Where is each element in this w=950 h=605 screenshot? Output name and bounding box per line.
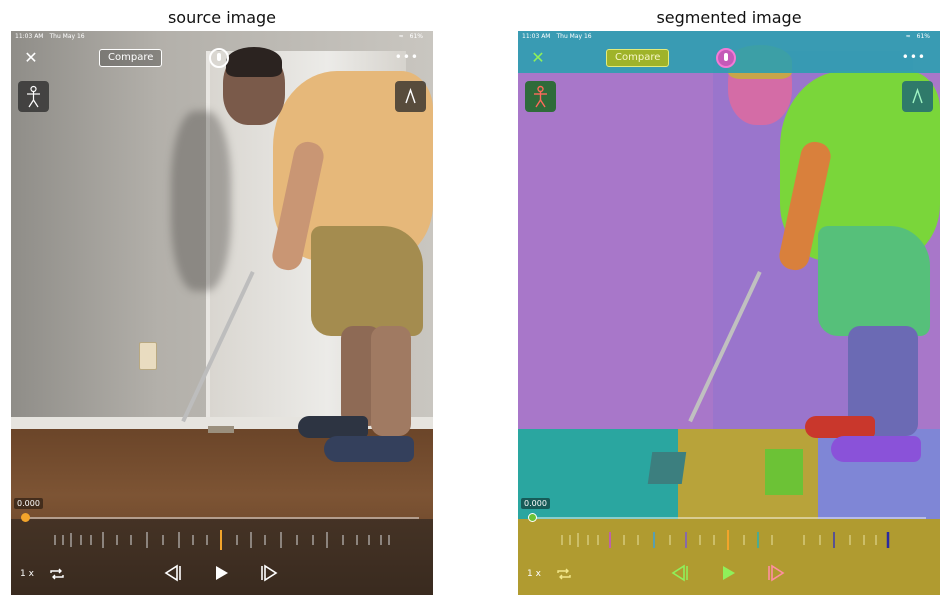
segment-shoe <box>831 436 921 462</box>
wall-outlet <box>139 342 157 370</box>
status-bar: 11:03 AM Thu May 16 ≈61% <box>11 31 433 43</box>
compare-button[interactable]: Compare <box>606 49 670 67</box>
timestamp-label: 0.000 <box>14 498 43 509</box>
previous-frame-icon[interactable] <box>163 564 183 586</box>
timestamp-label: 0.000 <box>521 498 550 509</box>
angle-icon <box>912 87 923 104</box>
body-pose-button[interactable] <box>525 81 556 112</box>
close-button[interactable]: ✕ <box>23 50 39 66</box>
golfer-shoe <box>298 416 368 438</box>
play-icon[interactable] <box>721 564 737 586</box>
body-figure-icon <box>534 85 547 108</box>
body-pose-button[interactable] <box>18 81 49 112</box>
golfer-shoe <box>324 436 414 462</box>
segment-shoe <box>805 416 875 438</box>
top-toolbar: ✕ Compare ••• <box>11 43 433 73</box>
frame-tick-strip[interactable] <box>558 529 900 551</box>
battery-percent: 61% <box>916 33 930 40</box>
golfer-leg <box>371 326 411 436</box>
angle-tool-button[interactable] <box>902 81 933 112</box>
loop-icon[interactable] <box>49 566 65 585</box>
status-date: Thu May 16 <box>49 33 85 40</box>
status-date: Thu May 16 <box>556 33 592 40</box>
previous-frame-icon[interactable] <box>670 564 690 586</box>
close-button[interactable]: ✕ <box>530 50 546 66</box>
more-options-button[interactable]: ••• <box>902 50 926 64</box>
playback-speed-button[interactable]: 1 x <box>20 569 34 579</box>
video-frame <box>11 31 433 595</box>
body-figure-icon <box>27 85 40 108</box>
scrubber-knob[interactable] <box>528 513 537 522</box>
shadow <box>171 111 231 291</box>
compare-button[interactable]: Compare <box>99 49 163 67</box>
scrubber-track[interactable] <box>25 517 419 519</box>
microphone-icon[interactable] <box>716 48 736 68</box>
left-panel-title: source image <box>167 8 277 27</box>
status-time: 11:03 AM <box>15 33 44 40</box>
play-icon[interactable] <box>214 564 230 586</box>
wifi-icon: ≈ <box>905 33 911 40</box>
next-frame-icon[interactable] <box>766 564 786 586</box>
golfer-shorts <box>311 226 423 336</box>
battery-percent: 61% <box>409 33 423 40</box>
golf-club-head <box>208 426 234 433</box>
angle-tool-button[interactable] <box>395 81 426 112</box>
microphone-icon[interactable] <box>209 48 229 68</box>
segmented-image-panel: 11:03 AM Thu May 16 ≈61% ✕ Compare ••• 0.… <box>518 31 940 595</box>
segment-shorts <box>818 226 930 336</box>
scrubber-knob[interactable] <box>21 513 30 522</box>
source-image-panel: 11:03 AM Thu May 16 ≈61% ✕ Compare ••• 0.… <box>11 31 433 595</box>
next-frame-icon[interactable] <box>259 564 279 586</box>
segment-floor-patch <box>647 452 687 484</box>
frame-tick-strip[interactable] <box>51 529 393 551</box>
segmentation-mask <box>518 31 940 595</box>
right-panel-title: segmented image <box>656 8 802 27</box>
playback-speed-button[interactable]: 1 x <box>527 569 541 579</box>
loop-icon[interactable] <box>556 566 572 585</box>
angle-icon <box>405 87 416 104</box>
more-options-button[interactable]: ••• <box>395 50 419 64</box>
wifi-icon: ≈ <box>398 33 404 40</box>
status-time: 11:03 AM <box>522 33 551 40</box>
status-bar: 11:03 AM Thu May 16 ≈61% <box>518 31 940 43</box>
scrubber-track[interactable] <box>532 517 926 519</box>
top-toolbar: ✕ Compare ••• <box>518 43 940 73</box>
segment-floor-patch <box>765 449 803 495</box>
